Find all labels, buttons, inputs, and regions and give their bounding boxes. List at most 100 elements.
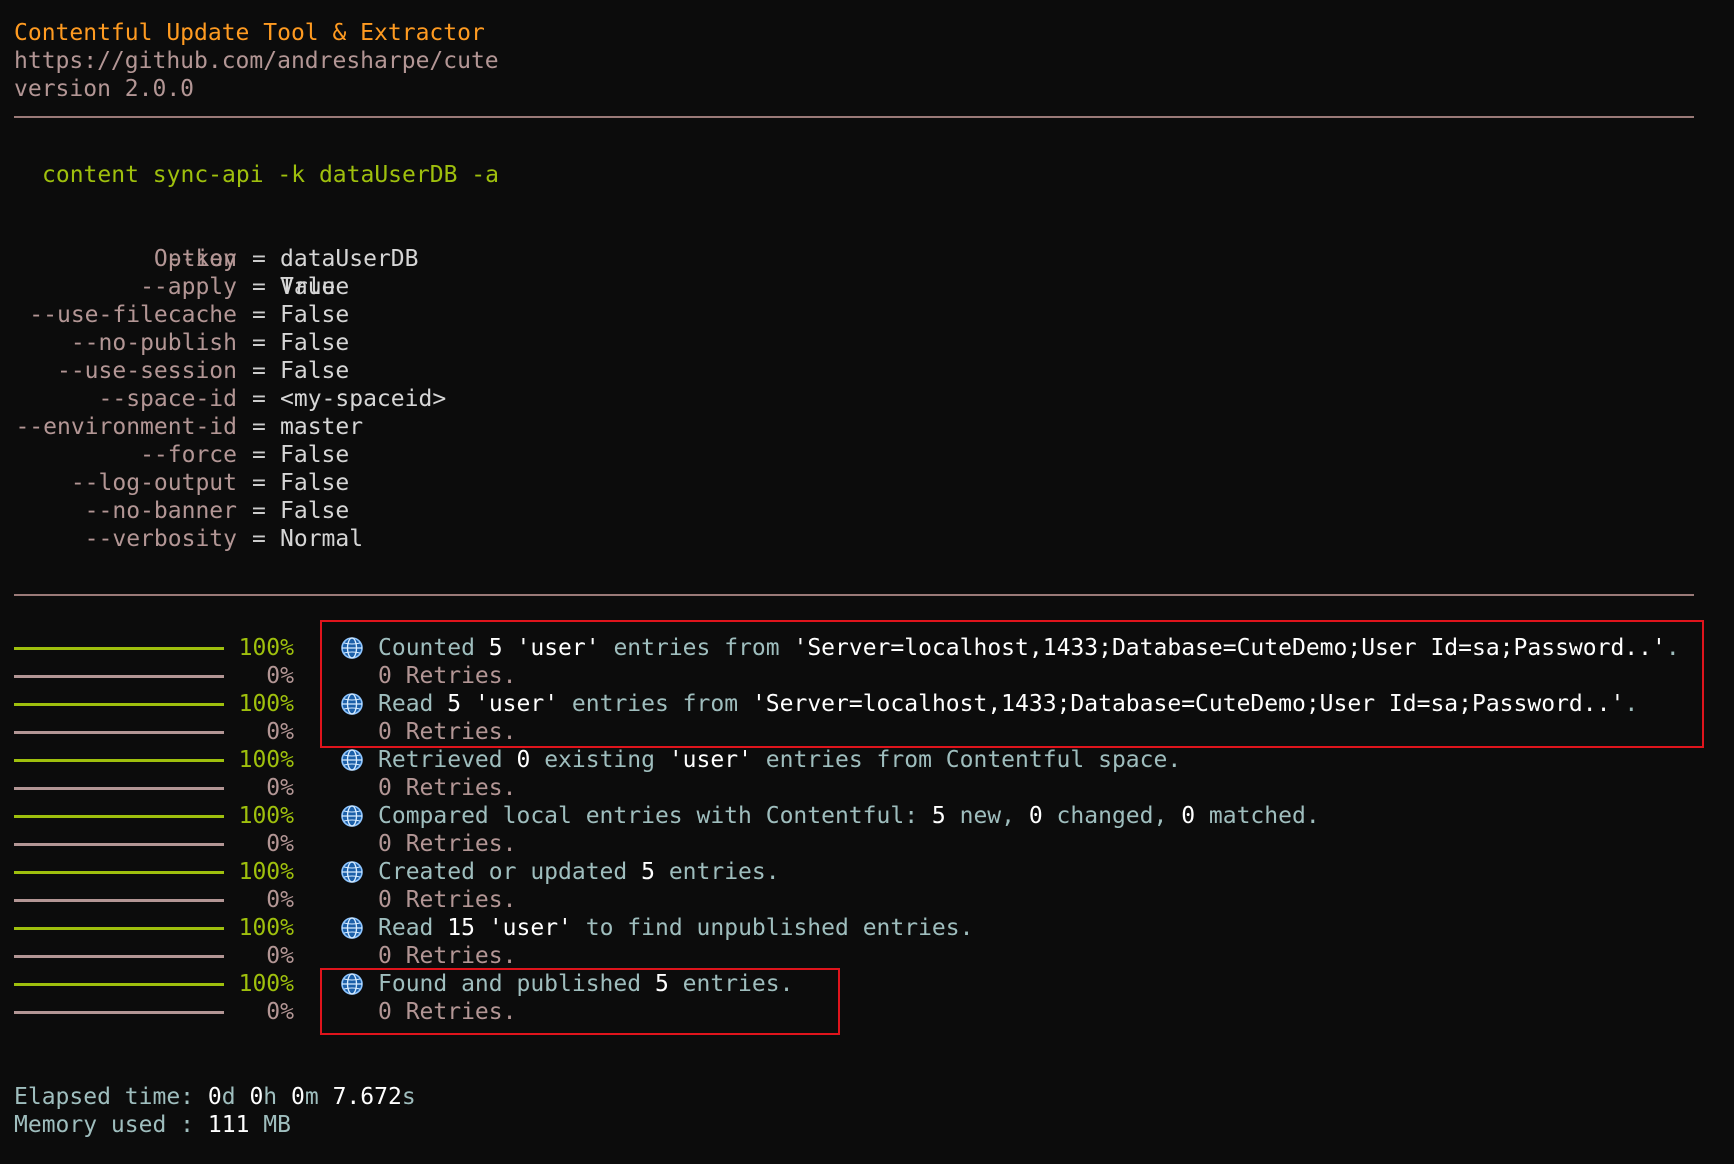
- retry-percent: 0%: [266, 719, 294, 745]
- option-equals: =: [252, 302, 266, 328]
- retries-text: 0 Retries.: [378, 831, 517, 857]
- message-text: [475, 915, 489, 941]
- option-equals: =: [252, 246, 266, 272]
- retries-text: 0 Retries.: [378, 943, 517, 969]
- option-value: False: [280, 358, 350, 384]
- option-equals: =: [252, 358, 266, 384]
- task-message: Read 15 'user' to find unpublished entri…: [378, 914, 973, 942]
- retry-bar: [14, 1011, 224, 1014]
- progress-percent: 100%: [238, 915, 294, 941]
- elapsed-minutes: 0: [291, 1084, 305, 1110]
- option-value: False: [280, 330, 350, 356]
- option-equals: =: [252, 498, 266, 524]
- option-value: master: [280, 414, 364, 440]
- progress-percent: 100%: [238, 747, 294, 773]
- retry-percent: 0%: [266, 943, 294, 969]
- elapsed-time: Elapsed time: 0d 0h 0m 7.672s: [14, 1083, 416, 1111]
- option-name: --no-banner: [84, 498, 237, 524]
- elapsed-label: Elapsed time:: [14, 1084, 208, 1110]
- option-name: --key: [167, 246, 237, 272]
- progress-bar-complete: [14, 815, 224, 818]
- option-value: False: [280, 442, 350, 468]
- divider: [14, 594, 1694, 596]
- progress-bar-complete: [14, 983, 224, 986]
- globe-icon: [340, 860, 364, 884]
- message-value: 0: [1181, 803, 1196, 829]
- progress-bar-complete: [14, 759, 224, 762]
- repo-url[interactable]: https://github.com/andresharpe/cute: [14, 47, 499, 75]
- elapsed-days: 0: [207, 1084, 222, 1110]
- option-equals: =: [252, 386, 266, 412]
- message-text: matched.: [1195, 803, 1320, 829]
- message-text: entries from Contentful space.: [751, 747, 1182, 773]
- option-row: --use-filecache = False: [0, 301, 1734, 329]
- option-value: dataUserDB: [280, 246, 419, 272]
- memory-unit: MB: [249, 1112, 291, 1138]
- message-value: 5: [641, 859, 655, 885]
- retry-bar: [14, 787, 224, 790]
- option-name: --space-id: [98, 386, 237, 412]
- minutes-unit: m: [304, 1084, 333, 1110]
- app-title: Contentful Update Tool & Extractor: [14, 20, 485, 46]
- option-equals: =: [252, 470, 266, 496]
- memory-used: Memory used : 111 MB: [14, 1111, 291, 1139]
- option-value: False: [280, 302, 350, 328]
- message-text: Read: [378, 915, 448, 941]
- option-row: --no-publish = False: [0, 329, 1734, 357]
- progress-percent: 100%: [238, 635, 294, 661]
- highlight-box: [320, 620, 1704, 748]
- retry-percent: 0%: [266, 887, 294, 913]
- option-name: --use-session: [56, 358, 237, 384]
- message-value: 'user': [488, 915, 572, 941]
- retry-bar: [14, 955, 224, 958]
- option-name: --log-output: [70, 470, 237, 496]
- progress-percent: 100%: [238, 691, 294, 717]
- task-message: Created or updated 5 entries.: [378, 858, 780, 886]
- seconds-unit: s: [401, 1084, 416, 1110]
- message-text: Created or updated: [378, 859, 642, 885]
- option-name: --apply: [140, 274, 237, 300]
- progress-bar-complete: [14, 927, 224, 930]
- retries-text: 0 Retries.: [378, 887, 517, 913]
- progress-bar-complete: [14, 647, 224, 650]
- option-value: False: [280, 498, 350, 524]
- retry-bar: [14, 675, 224, 678]
- elapsed-seconds: 7.672: [332, 1084, 402, 1110]
- message-text: changed,: [1042, 803, 1182, 829]
- message-text: new,: [945, 803, 1029, 829]
- option-equals: =: [252, 442, 266, 468]
- retry-bar: [14, 843, 224, 846]
- retry-percent: 0%: [266, 831, 294, 857]
- option-name: --verbosity: [84, 526, 237, 552]
- version-text: version 2.0.0: [14, 76, 195, 102]
- retries-text: 0 Retries.: [378, 775, 517, 801]
- message-value: 5: [931, 803, 946, 829]
- option-value: True: [280, 274, 336, 300]
- option-row: --log-output = False: [0, 469, 1734, 497]
- option-row: --environment-id = master: [0, 413, 1734, 441]
- message-text: existing: [530, 747, 669, 773]
- option-equals: =: [252, 526, 266, 552]
- hours-unit: h: [263, 1084, 291, 1110]
- option-row: --space-id = <my-spaceid>: [0, 385, 1734, 413]
- progress-percent: 100%: [238, 803, 294, 829]
- option-equals: =: [252, 330, 266, 356]
- task-message: Compared local entries with Contentful: …: [378, 802, 1320, 830]
- days-unit: d: [221, 1084, 250, 1110]
- command-line: content sync-api -k dataUserDB -a: [42, 162, 499, 188]
- retry-percent: 0%: [266, 999, 294, 1025]
- option-value: False: [280, 470, 350, 496]
- option-row: --apply = True: [0, 273, 1734, 301]
- progress-percent: 100%: [238, 971, 294, 997]
- message-text: Compared local entries with Contentful:: [378, 803, 932, 829]
- progress-bar-complete: [14, 871, 224, 874]
- progress-percent: 100%: [238, 859, 294, 885]
- divider: [14, 116, 1694, 118]
- memory-value: 111: [207, 1112, 250, 1138]
- option-row: --force = False: [0, 441, 1734, 469]
- message-value: 'user': [668, 747, 752, 773]
- option-name: --use-filecache: [29, 302, 237, 328]
- option-value: <my-spaceid>: [280, 386, 447, 412]
- highlight-box: [320, 968, 840, 1035]
- option-name: --force: [140, 442, 237, 468]
